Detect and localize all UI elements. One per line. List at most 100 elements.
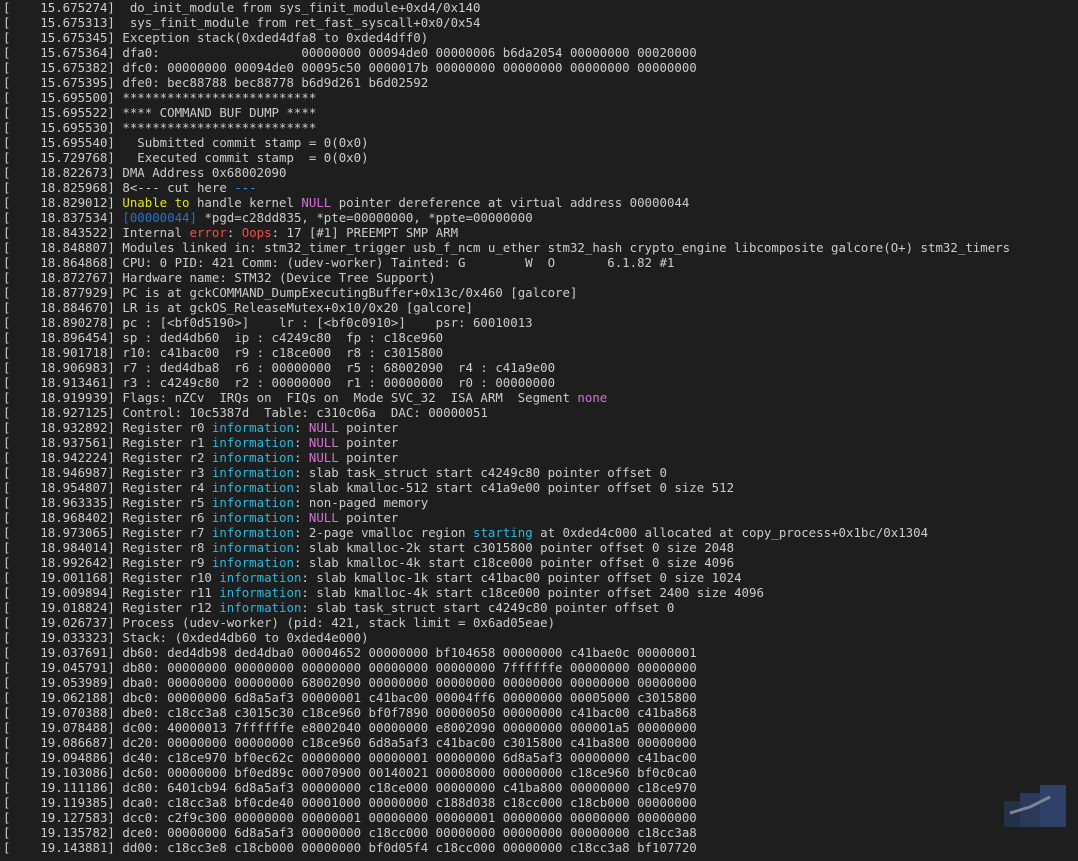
log-line: [ 18.927125] Control: 10c5387d Table: c3…	[0, 405, 1078, 420]
log-segment: [ 15.675345] Exception stack(0xded4dfa8 …	[3, 30, 429, 45]
log-line: [ 19.045791] db80: 00000000 00000000 000…	[0, 660, 1078, 675]
log-line: [ 19.127583] dcc0: c2f9c300 00000000 000…	[0, 810, 1078, 825]
log-segment: information	[211, 465, 294, 480]
log-line: [ 18.946987] Register r3 information: sl…	[0, 465, 1078, 480]
log-segment: [ 18.973065] Register r7	[3, 525, 212, 540]
log-segment: information	[219, 570, 302, 585]
log-segment: [ 18.913461] r3 : c4249c80 r2 : 00000000…	[3, 375, 556, 390]
log-segment: pointer	[338, 420, 399, 435]
log-segment: [ 15.729768] Executed commit stamp = 0(0…	[3, 150, 369, 165]
log-segment: NULL	[308, 435, 339, 450]
log-line: [ 18.829012] Unable to handle kernel NUL…	[0, 195, 1078, 210]
terminal-output[interactable]: [ 15.675274] do_init_module from sys_fin…	[0, 0, 1078, 861]
log-line: [ 18.992642] Register r9 information: sl…	[0, 555, 1078, 570]
log-line: [ 19.009894] Register r11 information: s…	[0, 585, 1078, 600]
log-line: [ 18.919939] Flags: nZCv IRQs on FIQs on…	[0, 390, 1078, 405]
log-segment: [ 19.119385] dca0: c18cc3a8 bf0cde40 000…	[3, 795, 697, 810]
log-segment: [ 18.963335] Register r5	[3, 495, 212, 510]
log-segment: [ 18.822673] DMA Address 0x68002090	[3, 165, 287, 180]
log-segment: [ 19.026737] Process (udev-worker) (pid:…	[3, 615, 556, 630]
log-segment: : slab kmalloc-4k start c18ce000 pointer…	[301, 585, 764, 600]
log-line: [ 18.825968] 8<--- cut here ---	[0, 180, 1078, 195]
log-segment: pointer	[338, 450, 399, 465]
log-segment: : 2-page vmalloc region	[293, 525, 473, 540]
log-segment: : non-paged memory	[293, 495, 429, 510]
log-segment: [ 18.932892] Register r0	[3, 420, 212, 435]
log-segment: [ 19.086687] dc20: 00000000 00000000 c18…	[3, 735, 697, 750]
log-segment: [ 18.872767] Hardware name: STM32 (Devic…	[3, 270, 436, 285]
log-line: [ 19.086687] dc20: 00000000 00000000 c18…	[0, 735, 1078, 750]
log-line: [ 19.078488] dc00: 40000013 7ffffffe e80…	[0, 720, 1078, 735]
log-segment: information	[211, 540, 294, 555]
log-line: [ 19.143881] dd00: c18cc3e8 c18cb000 000…	[0, 840, 1078, 855]
log-segment: pointer	[338, 510, 399, 525]
log-segment: [ 19.070388] dbe0: c18cc3a8 c3015c30 c18…	[3, 705, 697, 720]
log-line: [ 19.026737] Process (udev-worker) (pid:…	[0, 615, 1078, 630]
log-segment: : slab kmalloc-1k start c41bac00 pointer…	[301, 570, 742, 585]
log-segment: [ 18.901718] r10: c41bac00 r9 : c18ce000…	[3, 345, 444, 360]
log-line: [ 15.675274] do_init_module from sys_fin…	[0, 0, 1078, 15]
log-segment: :	[293, 510, 309, 525]
log-line: [ 15.695530] **************************	[0, 120, 1078, 135]
log-segment: information	[211, 525, 294, 540]
log-line: [ 19.018824] Register r12 information: s…	[0, 600, 1078, 615]
log-segment: starting	[472, 525, 533, 540]
log-segment: information	[211, 420, 294, 435]
log-segment: [ 19.053989] dba0: 00000000 00000000 680…	[3, 675, 697, 690]
log-segment: : slab kmalloc-512 start c41a9e00 pointe…	[293, 480, 735, 495]
log-segment: [ 15.675274] do_init_module from sys_fin…	[3, 0, 481, 15]
log-segment: error	[189, 225, 227, 240]
log-segment: pointer dereference at virtual address 0…	[331, 195, 690, 210]
log-line: [ 15.675382] dfc0: 00000000 00094de0 000…	[0, 60, 1078, 75]
log-line: [ 18.963335] Register r5 information: no…	[0, 495, 1078, 510]
log-segment: [ 18.848807] Modules linked in: stm32_ti…	[3, 240, 1011, 255]
log-segment: [ 18.843522] Internal	[3, 225, 190, 240]
log-segment: [ 18.968402] Register r6	[3, 510, 212, 525]
log-segment: [ 19.143881] dd00: c18cc3e8 c18cb000 000…	[3, 840, 697, 855]
log-segment: [ 18.919939] Flags: nZCv IRQs on FIQs on…	[3, 390, 578, 405]
log-segment: [ 18.837534]	[3, 210, 123, 225]
log-segment: [ 15.695522] **** COMMAND BUF DUMP ****	[3, 105, 317, 120]
log-segment: :	[226, 225, 242, 240]
log-segment: : slab task_struct start c4249c80 pointe…	[293, 465, 667, 480]
log-line: [ 18.932892] Register r0 information: NU…	[0, 420, 1078, 435]
log-segment: [ 19.078488] dc00: 40000013 7ffffffe e80…	[3, 720, 697, 735]
log-segment: [ 18.927125] Control: 10c5387d Table: c3…	[3, 405, 488, 420]
log-line: [ 19.070388] dbe0: c18cc3a8 c3015c30 c18…	[0, 705, 1078, 720]
log-segment: [ 15.695540] Submitted commit stamp = 0(…	[3, 135, 369, 150]
log-segment: [ 15.695500] **************************	[3, 90, 317, 105]
log-segment: :	[293, 435, 309, 450]
log-line: [ 18.890278] pc : [<bf0d5190>] lr : [<bf…	[0, 315, 1078, 330]
log-segment: [ 18.896454] sp : ded4db60 ip : c4249c80…	[3, 330, 444, 345]
log-segment: none	[577, 390, 608, 405]
log-segment: Unable to	[122, 195, 190, 210]
log-line: [ 18.906983] r7 : ded4dba8 r6 : 00000000…	[0, 360, 1078, 375]
log-segment: [ 15.675313] sys_finit_module from ret_f…	[3, 15, 481, 30]
log-segment: [ 19.111186] dc80: 6401cb94 6d8a5af3 000…	[3, 780, 697, 795]
log-line: [ 18.913461] r3 : c4249c80 r2 : 00000000…	[0, 375, 1078, 390]
log-line: [ 18.843522] Internal error: Oops: 17 [#…	[0, 225, 1078, 240]
log-segment: ---	[234, 180, 257, 195]
log-segment: [ 18.877929] PC is at gckCOMMAND_DumpExe…	[3, 285, 578, 300]
log-segment: Oops	[241, 225, 272, 240]
log-line: [ 15.729768] Executed commit stamp = 0(0…	[0, 150, 1078, 165]
log-line: [ 18.937561] Register r1 information: NU…	[0, 435, 1078, 450]
log-segment: [ 15.675395] dfe0: bec88788 bec88778 b6d…	[3, 75, 429, 90]
log-segment: [ 18.942224] Register r2	[3, 450, 212, 465]
log-line: [ 18.872767] Hardware name: STM32 (Devic…	[0, 270, 1078, 285]
log-segment: [ 18.884670] LR is at gckOS_ReleaseMutex…	[3, 300, 473, 315]
log-line: [ 18.901718] r10: c41bac00 r9 : c18ce000…	[0, 345, 1078, 360]
log-line: [ 18.968402] Register r6 information: NU…	[0, 510, 1078, 525]
log-segment: information	[211, 480, 294, 495]
log-segment: information	[211, 510, 294, 525]
log-segment: [ 18.937561] Register r1	[3, 435, 212, 450]
log-segment: information	[211, 555, 294, 570]
log-line: [ 19.062188] dbc0: 00000000 6d8a5af3 000…	[0, 690, 1078, 705]
log-segment: handle kernel	[189, 195, 302, 210]
log-segment: [00000044]	[122, 210, 197, 225]
log-line: [ 18.837534] [00000044] *pgd=c28dd835, *…	[0, 210, 1078, 225]
log-segment: *pgd=c28dd835, *pte=00000000, *ppte=0000…	[196, 210, 533, 225]
log-segment: [ 15.675364] dfa0: 00000000 00094de0 000…	[3, 45, 697, 60]
log-line: [ 19.119385] dca0: c18cc3a8 bf0cde40 000…	[0, 795, 1078, 810]
log-line: [ 15.695500] **************************	[0, 90, 1078, 105]
